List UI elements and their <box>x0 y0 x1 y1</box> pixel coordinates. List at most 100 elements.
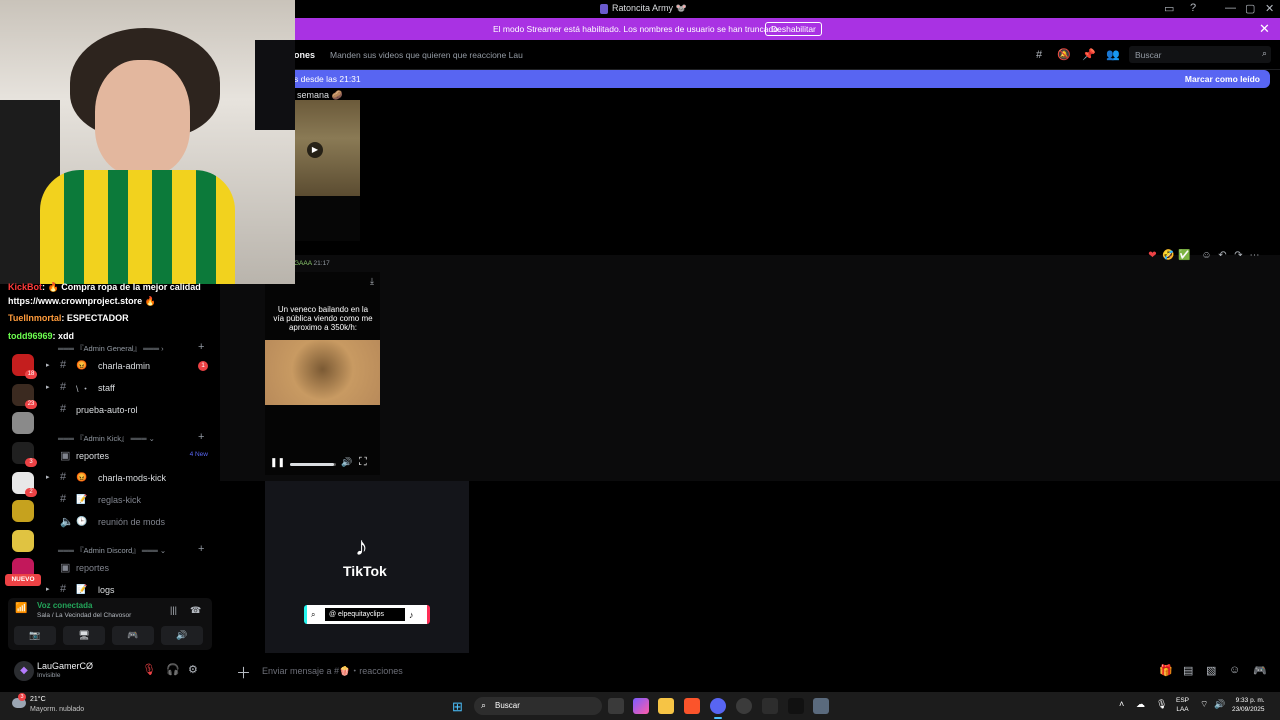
minimize-button[interactable]: — <box>1225 2 1236 14</box>
add-channel-icon[interactable]: + <box>198 431 204 443</box>
pins-icon[interactable]: 📌 <box>1082 48 1096 62</box>
channel-charla-mods-kick[interactable]: ▸ # 😡 charla-mods-kick <box>46 468 220 488</box>
file-explorer-icon[interactable] <box>658 698 674 714</box>
category-admin-general[interactable]: ═══ 『Admin General』 ═══ › <box>58 343 164 354</box>
forward-icon[interactable]: ↷ <box>1232 249 1245 262</box>
attach-plus-icon[interactable]: ＋ <box>236 662 251 683</box>
settings-app-icon[interactable] <box>813 698 829 714</box>
download-icon[interactable]: ⤓ <box>370 276 374 287</box>
category-admin-kick[interactable]: ═══ 『Admin Kick』 ═══ ⌄ <box>58 433 155 444</box>
emoji-icon[interactable]: ☺ <box>1229 664 1240 676</box>
avatar[interactable]: ◆ <box>14 661 34 681</box>
activities-icon[interactable]: 🎮 <box>1253 664 1267 677</box>
reaction-heart[interactable]: ❤ <box>1146 249 1159 262</box>
server-icon[interactable]: 3 <box>12 442 37 467</box>
channel-reportes-discord[interactable]: ▣ reportes <box>46 558 220 578</box>
channel-reglas-kick[interactable]: # 📝 reglas-kick <box>46 490 220 510</box>
screen-share-button[interactable]: 🖥 <box>63 626 105 645</box>
volume-slider[interactable] <box>290 463 336 466</box>
more-options-icon[interactable]: ⋯ <box>1248 249 1261 262</box>
system-clock[interactable]: 9:33 p. m. 23/09/2025 <box>1232 696 1265 714</box>
close-banner-button[interactable]: ✕ <box>1259 21 1270 37</box>
channel-reunion-de-mods[interactable]: 🔈 🕒 reunión de mods <box>46 512 220 532</box>
soundboard-button[interactable]: 🔊 <box>161 626 203 645</box>
fullscreen-icon[interactable]: ⛶ <box>359 456 367 469</box>
volume-icon[interactable]: 🔊 <box>341 457 352 468</box>
server-icon[interactable]: 2 <box>12 472 37 497</box>
video-player[interactable]: ⤓ Un veneco bailando en la vía pública v… <box>265 272 380 475</box>
server-icon[interactable]: 18 <box>12 354 37 379</box>
streamer-shirt <box>40 170 235 284</box>
reaction-laugh[interactable]: 🤣 <box>1162 249 1175 262</box>
search-input[interactable] <box>1129 46 1249 63</box>
channel-charla-admin[interactable]: ▸ # 😡 charla-admin 1 <box>46 356 220 376</box>
obs-icon[interactable] <box>736 698 752 714</box>
channel-topic[interactable]: Manden sus videos que quieren que reacci… <box>330 50 523 60</box>
language-indicator[interactable]: ESP LAA <box>1176 696 1189 714</box>
add-channel-icon[interactable]: + <box>198 341 204 353</box>
server-icon[interactable]: 23 <box>12 384 37 409</box>
stream-chat-overlay: KickBot: 🔥 Compra ropa de la mejor calid… <box>0 282 240 346</box>
mark-as-read-button[interactable]: Marcar como leído <box>1185 74 1260 84</box>
voice-room[interactable]: Sala / La Vecindad del Chavosor <box>37 612 131 619</box>
search-box[interactable]: ⌕ <box>1129 46 1271 63</box>
noise-suppression-icon[interactable]: ||| <box>170 605 177 615</box>
channel-reportes[interactable]: ▣ reportes 4 New <box>46 446 220 466</box>
maximize-button[interactable]: ▢ <box>1245 2 1255 15</box>
video-attachment[interactable]: ▶ <box>295 100 360 196</box>
task-view-icon[interactable] <box>608 698 624 714</box>
discord-app-icon[interactable] <box>710 698 726 719</box>
category-admin-discord[interactable]: ═══ 『Admin Discord』 ═══ ⌄ <box>58 545 166 556</box>
windows-start-icon[interactable]: ⊞ <box>452 699 463 715</box>
message-input[interactable] <box>262 663 862 679</box>
server-icon[interactable] <box>12 530 34 552</box>
gif-icon[interactable]: ▤ <box>1183 664 1193 677</box>
message-author[interactable]: GAAA <box>294 260 312 267</box>
new-servers-badge[interactable]: NUEVO <box>5 574 41 586</box>
camera-off-button[interactable]: 📷 <box>14 626 56 645</box>
taskbar-search[interactable]: ⌕ Buscar <box>474 697 602 715</box>
message-item[interactable]: GAAA 21:17 ❤ 🤣 ✅ ☺ ↶ ↷ ⋯ ⤓ Un veneco bai… <box>220 250 1280 481</box>
tiktok-embed[interactable]: ♪ TikTok ⌕ @ elpequitayclips ♪ <box>265 481 469 653</box>
brave-browser-icon[interactable] <box>684 698 700 714</box>
signal-icon[interactable]: 📶 <box>15 603 27 614</box>
username[interactable]: LauGamerCØ <box>37 661 93 671</box>
channel-logs[interactable]: ▸ # 📝 logs <box>46 580 220 596</box>
play-icon[interactable]: ▶ <box>307 142 323 158</box>
face-emoji-icon: 😡 <box>76 472 88 482</box>
add-reaction-icon[interactable]: ☺ <box>1200 249 1213 262</box>
server-icon[interactable] <box>12 500 34 522</box>
app-x-icon[interactable] <box>762 698 778 714</box>
reaction-check[interactable]: ✅ <box>1178 249 1191 262</box>
mute-icon[interactable]: 🔕 <box>1057 48 1071 62</box>
deafened-icon[interactable]: 🎧 <box>166 663 180 676</box>
gift-icon[interactable]: 🎁 <box>1159 664 1173 677</box>
wifi-tray-icon[interactable]: ⌔ <box>1200 699 1208 710</box>
video-frame[interactable] <box>265 340 380 405</box>
threads-icon[interactable]: # <box>1032 48 1046 62</box>
tray-overflow-icon[interactable]: ˄ <box>1119 699 1124 709</box>
members-icon[interactable]: 👥 <box>1106 48 1120 62</box>
pause-icon[interactable]: ❚❚ <box>270 457 285 468</box>
channel-staff[interactable]: ▸ # \ ・ staff <box>46 378 220 398</box>
voice-status[interactable]: Voz conectada <box>37 601 92 610</box>
inbox-icon[interactable]: ▭ <box>1164 2 1174 15</box>
channel-prueba-auto-rol[interactable]: # prueba-auto-rol <box>46 400 220 420</box>
reply-icon[interactable]: ↶ <box>1216 249 1229 262</box>
help-icon[interactable]: ? <box>1190 2 1196 14</box>
disconnect-icon[interactable]: ☎ <box>190 605 201 616</box>
sticker-icon[interactable]: ▧ <box>1206 664 1216 677</box>
close-window-button[interactable]: ✕ <box>1265 2 1274 15</box>
server-icon[interactable] <box>12 412 34 434</box>
new-messages-bar[interactable]: s desde las 21:31 Marcar como leído <box>290 70 1270 88</box>
copilot-icon[interactable] <box>633 698 649 714</box>
settings-gear-icon[interactable]: ⚙ <box>188 663 198 676</box>
volume-tray-icon[interactable]: 🔊 <box>1214 699 1225 710</box>
activity-button[interactable]: 🎮 <box>112 626 154 645</box>
mic-muted-icon[interactable]: 🎙 <box>142 663 156 676</box>
app-dark-icon[interactable] <box>788 698 804 714</box>
network-tray-icon[interactable]: ☁ <box>1136 699 1145 710</box>
add-channel-icon[interactable]: + <box>198 543 204 555</box>
mic-tray-icon[interactable]: 🎙 <box>1156 699 1167 710</box>
disable-streamer-mode-button[interactable]: Deshabilitar <box>765 22 822 36</box>
